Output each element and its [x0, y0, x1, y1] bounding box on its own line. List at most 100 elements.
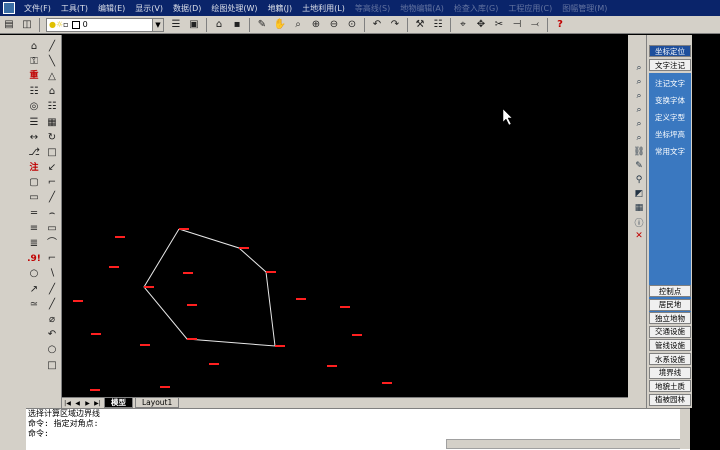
drawing-tool-icon[interactable]: ⌐: [44, 252, 60, 267]
command-window[interactable]: 选择计算区域边界线 命令: 指定对角点: 命令:: [26, 408, 690, 450]
layers-icon[interactable]: ▤: [2, 18, 16, 32]
menu-item[interactable]: 等高线(S): [350, 3, 395, 14]
zoom-previous-icon[interactable]: ⊖: [327, 18, 341, 32]
category-button[interactable]: 水系设施: [649, 353, 691, 365]
drawing-tool-icon[interactable]: ≃: [26, 297, 42, 312]
properties-icon[interactable]: ☰: [169, 18, 183, 32]
survey-point[interactable]: [90, 389, 100, 391]
drawing-tool-icon[interactable]: ☰: [26, 115, 42, 130]
next-tab-icon[interactable]: ▶: [83, 399, 92, 408]
line-icon[interactable]: ⊣: [510, 18, 524, 32]
search-icon[interactable]: ⌕: [633, 103, 645, 117]
command-hscrollbar[interactable]: [446, 439, 686, 449]
drawing-tool-icon[interactable]: ◎: [26, 100, 42, 115]
drawing-tool-icon[interactable]: ↶: [44, 328, 60, 343]
drawing-tool-icon[interactable]: ⌒: [44, 236, 60, 251]
survey-point[interactable]: [160, 386, 170, 388]
menu-item-change-font[interactable]: 变换字体: [649, 94, 691, 106]
category-button[interactable]: 居民地: [649, 298, 691, 311]
category-button[interactable]: 交通设施: [649, 325, 691, 338]
trim-icon[interactable]: ✂: [492, 18, 506, 32]
drawing-tool-icon[interactable]: .9!: [26, 252, 42, 267]
survey-point[interactable]: [91, 333, 101, 335]
survey-point[interactable]: [327, 365, 337, 367]
prev-tab-icon[interactable]: ◀: [73, 399, 82, 408]
drawing-tool-icon[interactable]: ═: [26, 206, 42, 221]
drawing-tool-icon[interactable]: ⌐: [44, 176, 60, 191]
search-icon[interactable]: ⌕: [633, 61, 645, 75]
extend-icon[interactable]: ⤙: [528, 18, 542, 32]
category-button[interactable]: 境界线: [649, 366, 691, 379]
survey-point[interactable]: [183, 272, 193, 274]
drawing-tool-icon[interactable]: ≡: [26, 221, 42, 236]
drawing-canvas[interactable]: [62, 35, 628, 397]
drawing-tool-icon[interactable]: 注: [26, 161, 42, 176]
drawing-tool-icon[interactable]: □: [44, 145, 60, 160]
undo-icon[interactable]: ↶: [370, 18, 384, 32]
grid-icon[interactable]: ▦: [633, 201, 645, 215]
drawing-tool-icon[interactable]: □: [44, 358, 60, 373]
info-icon[interactable]: ⓘ: [633, 215, 645, 229]
survey-point[interactable]: [140, 344, 150, 346]
first-tab-icon[interactable]: |◀: [63, 399, 72, 408]
menu-item[interactable]: 数据(D): [168, 3, 206, 14]
survey-point[interactable]: [275, 345, 285, 347]
menu-item-coord-elevation[interactable]: 坐标坪高: [649, 128, 691, 140]
search-icon[interactable]: ⌕: [633, 131, 645, 145]
drawing-tool-icon[interactable]: ≣: [26, 236, 42, 251]
save-file-icon[interactable]: ▪: [230, 18, 244, 32]
command-vscrollbar[interactable]: [680, 409, 690, 449]
survey-point[interactable]: [73, 300, 83, 302]
realtime-pan-icon[interactable]: ✋: [273, 18, 287, 32]
category-button[interactable]: 独立地物: [649, 312, 691, 325]
drawing-tool-icon[interactable]: ╲: [44, 54, 60, 69]
drawing-tool-icon[interactable]: ▢: [26, 176, 42, 191]
chevron-down-icon[interactable]: ▼: [152, 18, 163, 31]
drawing-tool-icon[interactable]: ⌀: [44, 312, 60, 327]
layer-manager-icon[interactable]: ◫: [20, 18, 34, 32]
menu-item[interactable]: 编辑(E): [93, 3, 130, 14]
redo-icon[interactable]: ↷: [388, 18, 402, 32]
save-icon[interactable]: ▣: [187, 18, 201, 32]
drawing-tool-icon[interactable]: ↗: [26, 282, 42, 297]
menu-item[interactable]: 文件(F): [19, 3, 56, 14]
command-prompt[interactable]: 命令:: [26, 429, 690, 439]
tab-layout1[interactable]: Layout1: [135, 398, 180, 408]
coordinate-locate-button[interactable]: 坐标定位: [649, 45, 691, 57]
list-icon[interactable]: ☷: [431, 18, 445, 32]
move-icon[interactable]: ✥: [474, 18, 488, 32]
menu-item[interactable]: 工具(T): [56, 3, 93, 14]
pencil-icon[interactable]: ✎: [633, 159, 645, 173]
app-icon[interactable]: [3, 2, 15, 14]
survey-point[interactable]: [340, 306, 350, 308]
drawing-tool-icon[interactable]: ⌂: [26, 39, 42, 54]
drawing-tool-icon[interactable]: ↙: [44, 161, 60, 176]
survey-point[interactable]: [144, 286, 154, 288]
menu-item[interactable]: 土地利用(L): [297, 3, 350, 14]
drawing-tool-icon[interactable]: ↔: [26, 130, 42, 145]
drawing-tool-icon[interactable]: ⌢: [44, 206, 60, 221]
search-icon[interactable]: ⌕: [633, 89, 645, 103]
drawing-tool-icon[interactable]: ⎇: [26, 145, 42, 160]
survey-point[interactable]: [239, 247, 249, 249]
link-icon[interactable]: ⛓: [633, 145, 645, 159]
survey-point[interactable]: [209, 363, 219, 365]
menu-item[interactable]: 地物编辑(A): [395, 3, 449, 14]
survey-point[interactable]: [187, 338, 197, 340]
category-button[interactable]: 控制点: [649, 285, 691, 297]
survey-point[interactable]: [115, 236, 125, 238]
drawing-tool-icon[interactable]: ☷: [26, 85, 42, 100]
survey-point[interactable]: [382, 382, 392, 384]
query-icon[interactable]: ⌖: [456, 18, 470, 32]
survey-point[interactable]: [266, 271, 276, 273]
help-icon[interactable]: ?: [553, 18, 567, 32]
menu-item-define-style[interactable]: 定义字型: [649, 111, 691, 123]
search-icon[interactable]: ⌕: [633, 75, 645, 89]
search-icon[interactable]: ⌕: [633, 117, 645, 131]
matchprop-icon[interactable]: ⚒: [413, 18, 427, 32]
close-icon[interactable]: ✕: [633, 229, 645, 243]
menu-item-common-text[interactable]: 常用文字: [649, 145, 691, 157]
menu-item-annotate-text[interactable]: 注记文字: [649, 77, 691, 89]
drawing-tool-icon[interactable]: ▦: [44, 115, 60, 130]
menu-item[interactable]: 显示(V): [130, 3, 168, 14]
